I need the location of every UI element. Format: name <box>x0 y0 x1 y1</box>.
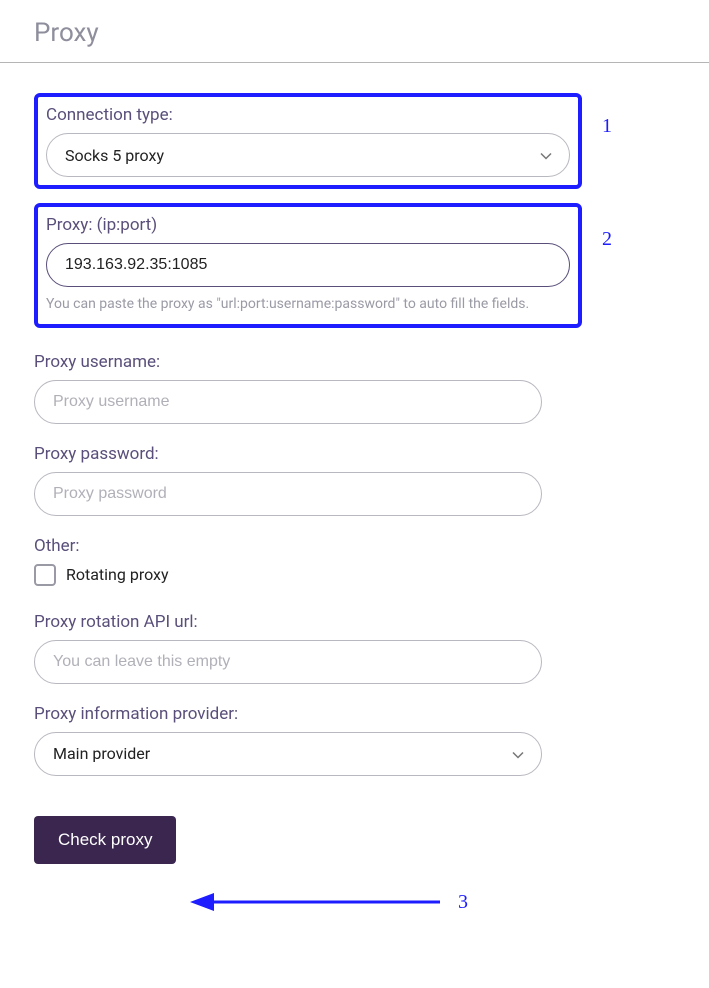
connection-type-value: Socks 5 proxy <box>46 133 570 177</box>
provider-select[interactable]: Main provider <box>34 732 542 776</box>
annotation-3: 3 <box>458 891 468 914</box>
annotation-1: 1 <box>602 115 612 138</box>
rotation-api-label: Proxy rotation API url: <box>34 612 542 632</box>
other-label: Other: <box>34 536 542 556</box>
provider-label: Proxy information provider: <box>34 704 542 724</box>
rotating-proxy-label: Rotating proxy <box>66 565 169 584</box>
rotation-api-input[interactable] <box>34 640 542 684</box>
arrow-icon <box>190 887 440 917</box>
annotation-2: 2 <box>602 228 612 251</box>
connection-type-label: Connection type: <box>46 105 570 125</box>
proxy-username-label: Proxy username: <box>34 352 542 372</box>
connection-type-highlight: Connection type: Socks 5 proxy <box>34 93 582 189</box>
proxy-ipport-hint: You can paste the proxy as "url:port:use… <box>46 295 536 314</box>
proxy-username-input[interactable] <box>34 380 542 424</box>
proxy-ipport-label: Proxy: (ip:port) <box>46 215 570 235</box>
proxy-password-input[interactable] <box>34 472 542 516</box>
proxy-password-label: Proxy password: <box>34 444 542 464</box>
check-proxy-button[interactable]: Check proxy <box>34 816 176 864</box>
rotating-proxy-checkbox[interactable] <box>34 564 56 586</box>
proxy-ipport-highlight: Proxy: (ip:port) You can paste the proxy… <box>34 203 582 328</box>
provider-value: Main provider <box>34 732 542 776</box>
connection-type-select[interactable]: Socks 5 proxy <box>46 133 570 177</box>
page-title: Proxy <box>0 0 709 62</box>
proxy-ipport-input[interactable] <box>46 243 570 287</box>
